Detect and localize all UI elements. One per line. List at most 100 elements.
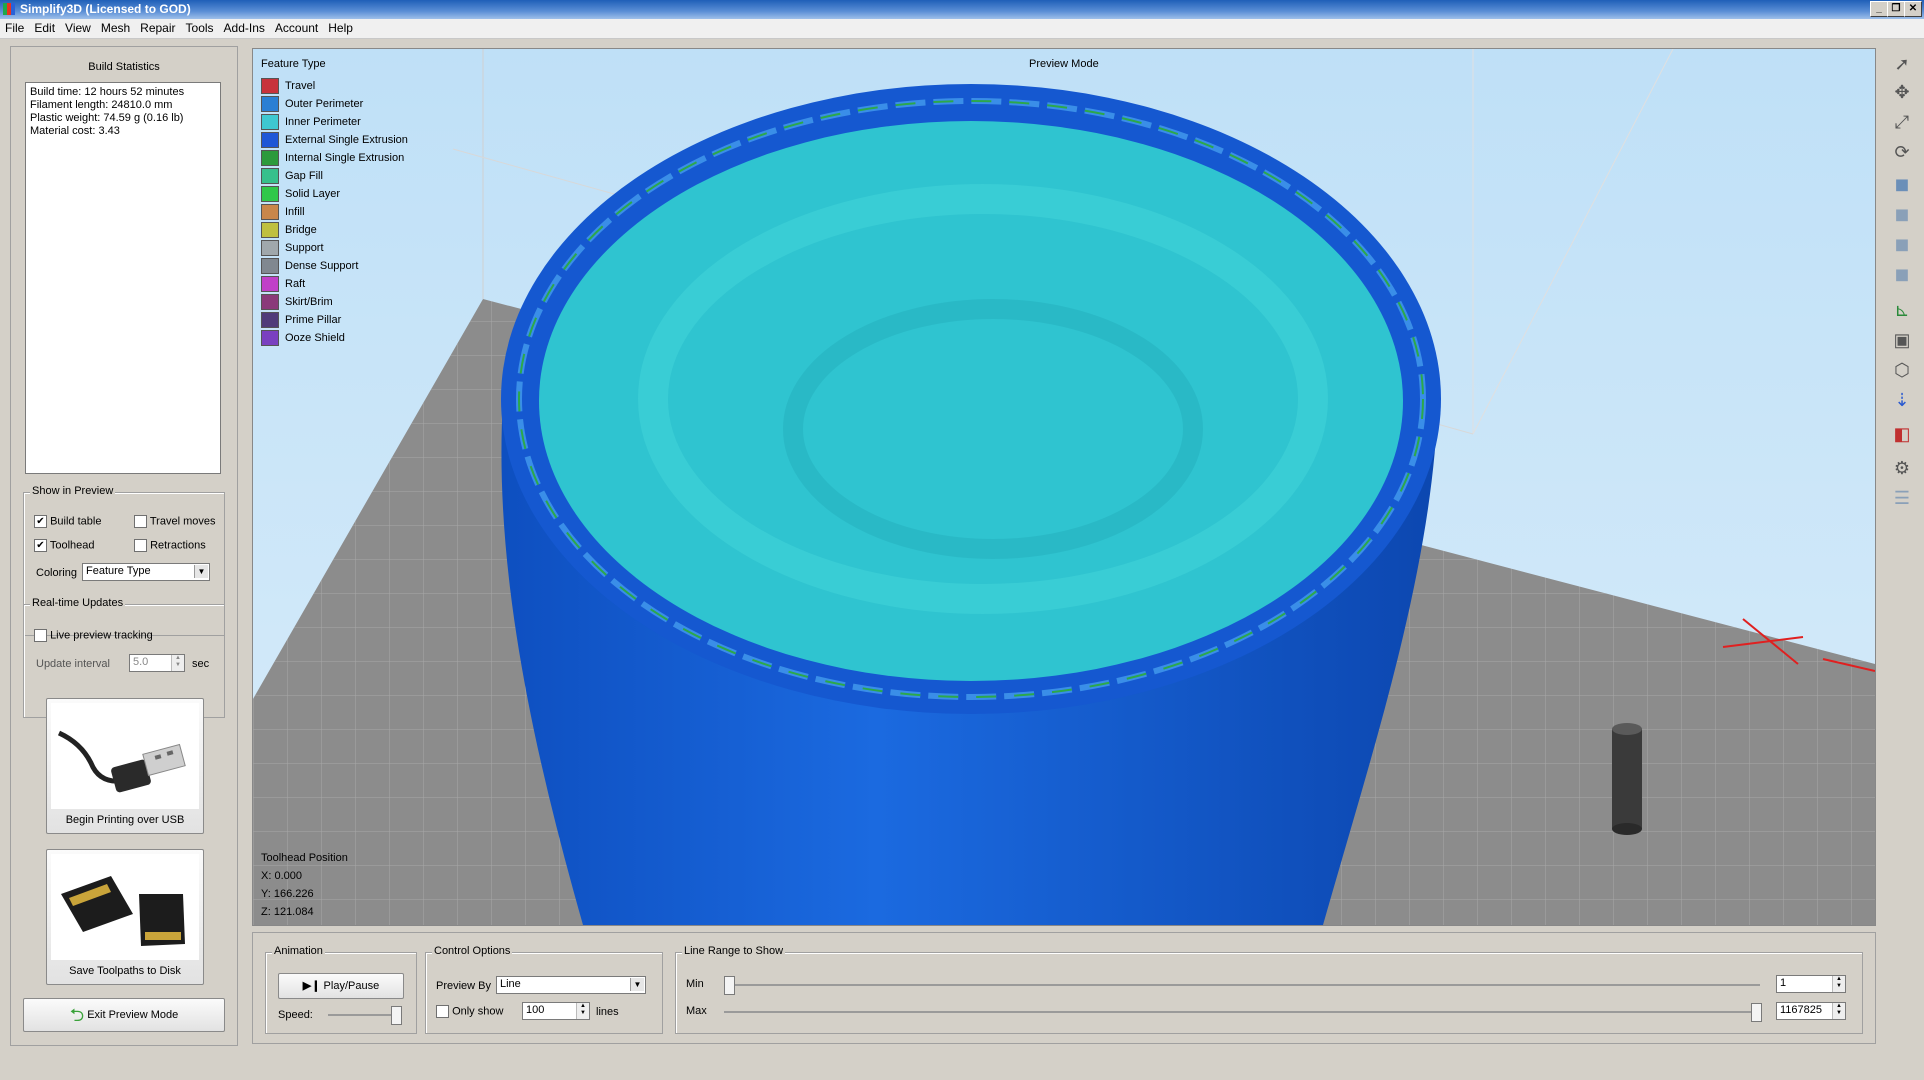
only-show-option[interactable]: Only show	[436, 1005, 503, 1018]
legend-item: Bridge	[261, 221, 317, 239]
spinner-arrows-icon[interactable]: ▲ ▼	[1832, 1003, 1845, 1019]
chevron-down-icon: ▼	[630, 978, 644, 991]
solid-view-icon[interactable]: ▣	[1890, 328, 1914, 352]
legend-item: Travel	[261, 77, 315, 95]
view-toolbar: ➚ ✥ ⤢ ⟳ ◼ ◼ ◼ ◼ ⊾ ▣ ⬡ ⇣ ◧ ⚙ ☰	[1884, 42, 1920, 562]
play-pause-label: Play/Pause	[323, 980, 380, 992]
only-show-input[interactable]: 100 ▲ ▼	[522, 1002, 590, 1020]
speed-slider-track[interactable]	[328, 1014, 400, 1016]
menu-tools[interactable]: Tools	[181, 19, 219, 37]
control-options-title: Control Options	[432, 945, 513, 957]
max-slider-track[interactable]	[724, 1011, 1760, 1013]
menu-help[interactable]: Help	[323, 19, 358, 37]
min-value-input[interactable]: 1 ▲ ▼	[1776, 975, 1846, 993]
z-axis-icon[interactable]: ⇣	[1890, 388, 1914, 412]
view-top-icon[interactable]: ◼	[1890, 232, 1914, 256]
legend-item: Gap Fill	[261, 167, 323, 185]
axes-icon[interactable]: ⊾	[1890, 298, 1914, 322]
restore-button[interactable]: ❐	[1887, 1, 1905, 17]
legend-item: Skirt/Brim	[261, 293, 333, 311]
stat-material-cost: Material cost: 3.43	[30, 125, 120, 137]
speed-slider-handle[interactable]	[391, 1006, 402, 1025]
exit-preview-button[interactable]: ⮌ Exit Preview Mode	[23, 998, 225, 1032]
toolhead-position: Toolhead Position X: 0.000 Y: 166.226 Z:…	[261, 849, 348, 921]
rotate-icon[interactable]: ⟳	[1890, 140, 1914, 164]
legend-item: Prime Pillar	[261, 311, 341, 329]
layers-icon[interactable]: ☰	[1890, 486, 1914, 510]
build-table-option[interactable]: ✔ Build table	[34, 515, 101, 528]
min-slider-track[interactable]	[724, 984, 1760, 986]
spinner-arrows-icon[interactable]: ▲ ▼	[576, 1003, 589, 1019]
toolhead-y: Y: 166.226	[261, 888, 314, 900]
max-slider-handle[interactable]	[1751, 1003, 1762, 1022]
realtime-updates-title: Real-time Updates	[30, 597, 126, 609]
view-iso-icon[interactable]: ◼	[1890, 262, 1914, 286]
begin-printing-usb-button[interactable]: Begin Printing over USB	[46, 698, 204, 834]
menu-repair[interactable]: Repair	[135, 19, 180, 37]
legend-item: Infill	[261, 203, 305, 221]
only-show-checkbox[interactable]	[436, 1005, 449, 1018]
animation-group: Animation ▶❙ Play/Pause Speed:	[265, 945, 417, 1034]
preview-by-select[interactable]: Line ▼	[496, 976, 646, 994]
stat-plastic-weight: Plastic weight: 74.59 g (0.16 lb)	[30, 112, 184, 124]
bottom-controls: Animation ▶❙ Play/Pause Speed: Control O…	[252, 932, 1876, 1044]
retractions-checkbox[interactable]	[134, 539, 147, 552]
view-front-icon[interactable]: ◼	[1890, 172, 1914, 196]
only-show-value: 100	[526, 1004, 545, 1016]
sd-card-icon	[51, 854, 199, 960]
live-preview-checkbox[interactable]	[34, 629, 47, 642]
travel-moves-checkbox[interactable]	[134, 515, 147, 528]
stat-build-time: Build time: 12 hours 52 minutes	[30, 86, 185, 98]
max-value-input[interactable]: 1167825 ▲ ▼	[1776, 1002, 1846, 1020]
play-pause-icon: ▶❙	[302, 980, 321, 992]
menu-account[interactable]: Account	[270, 19, 323, 37]
speed-label: Speed:	[278, 1009, 313, 1021]
menu-bar: File Edit View Mesh Repair Tools Add-Ins Accoun…	[0, 19, 1924, 39]
coloring-select[interactable]: Feature Type ▼	[82, 563, 210, 581]
menu-add-ins[interactable]: Add-Ins	[219, 19, 270, 37]
toolhead-option[interactable]: ✔ Toolhead	[34, 539, 95, 552]
spinner-arrows-icon[interactable]: ▲ ▼	[1832, 976, 1845, 992]
legend-item: Dense Support	[261, 257, 358, 275]
coloring-label: Coloring	[36, 567, 77, 579]
minimize-button[interactable]: _	[1870, 1, 1888, 17]
show-in-preview-title: Show in Preview	[30, 485, 116, 497]
menu-view[interactable]: View	[60, 19, 96, 37]
move-icon[interactable]: ✥	[1890, 80, 1914, 104]
update-interval-input[interactable]: 5.0 ▲ ▼	[129, 654, 185, 672]
play-pause-button[interactable]: ▶❙ Play/Pause	[278, 973, 404, 999]
toolhead-checkbox[interactable]: ✔	[34, 539, 47, 552]
update-interval-label: Update interval	[36, 658, 110, 670]
build-table-label: Build table	[50, 515, 102, 528]
select-cursor-icon[interactable]: ➚	[1890, 52, 1914, 76]
animation-title: Animation	[272, 945, 325, 957]
retractions-option[interactable]: Retractions	[134, 539, 206, 552]
gear-icon[interactable]: ⚙	[1890, 456, 1914, 480]
feature-legend: Travel Outer Perimeter Inner Perimeter E…	[253, 77, 553, 377]
preview-viewport[interactable]: Feature Type Travel Outer Perimeter Inne…	[252, 48, 1876, 926]
legend-item: Ooze Shield	[261, 329, 345, 347]
scale-icon[interactable]: ⤢	[1890, 110, 1914, 134]
menu-file[interactable]: File	[0, 19, 29, 37]
save-toolpaths-button[interactable]: Save Toolpaths to Disk	[46, 849, 204, 985]
wireframe-icon[interactable]: ⬡	[1890, 358, 1914, 382]
live-preview-option[interactable]: Live preview tracking	[34, 629, 153, 642]
cross-section-icon[interactable]: ◧	[1890, 422, 1914, 446]
toolhead-x: X: 0.000	[261, 870, 302, 882]
legend-item: Support	[261, 239, 324, 257]
min-slider-handle[interactable]	[724, 976, 735, 995]
menu-edit[interactable]: Edit	[29, 19, 60, 37]
toolhead-label: Toolhead	[49, 539, 95, 552]
app-logo-icon	[3, 3, 15, 15]
spinner-arrows-icon[interactable]: ▲ ▼	[171, 655, 184, 671]
close-button[interactable]: ✕	[1904, 1, 1922, 17]
stat-filament-length: Filament length: 24810.0 mm	[30, 99, 173, 111]
line-range-group: Line Range to Show Min 1 ▲ ▼ Max 1167825 …	[675, 945, 1863, 1034]
legend-item: Internal Single Extrusion	[261, 149, 404, 167]
preview-mode-title: Preview Mode	[1029, 58, 1099, 70]
menu-mesh[interactable]: Mesh	[96, 19, 135, 37]
travel-moves-option[interactable]: Travel moves	[134, 515, 215, 528]
view-side-icon[interactable]: ◼	[1890, 202, 1914, 226]
legend-item: External Single Extrusion	[261, 131, 408, 149]
build-table-checkbox[interactable]: ✔	[34, 515, 47, 528]
